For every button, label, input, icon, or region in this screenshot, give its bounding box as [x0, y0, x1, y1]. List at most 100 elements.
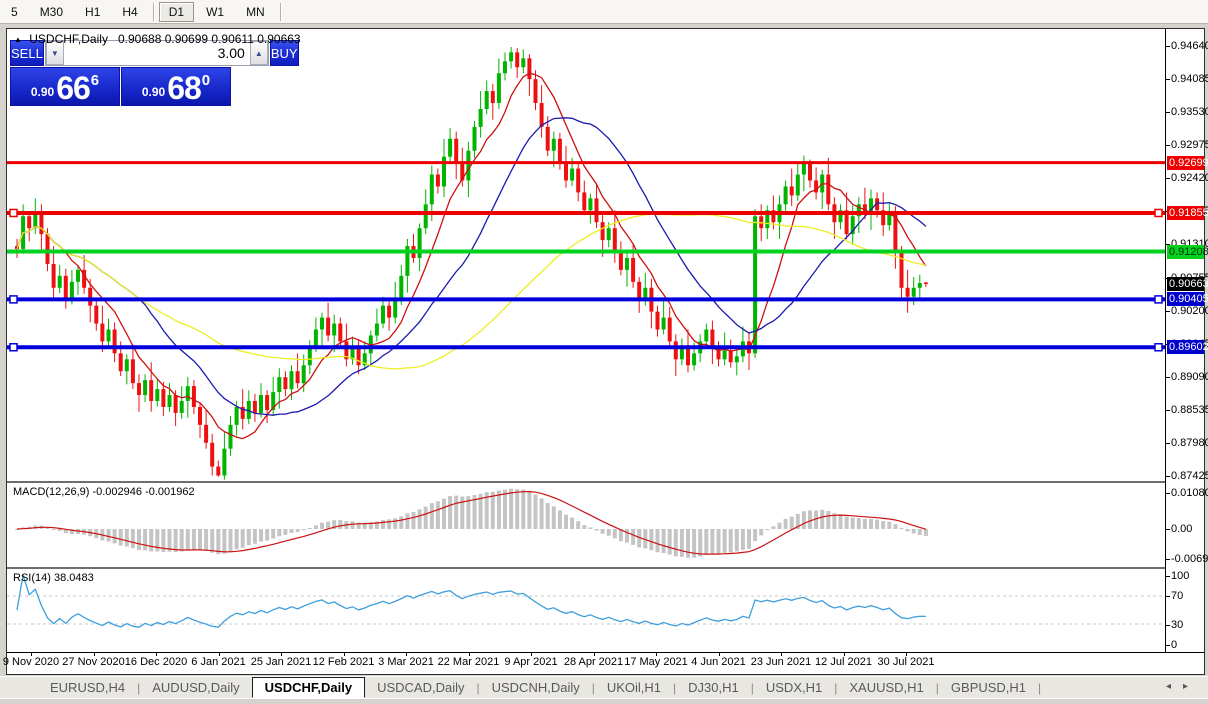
- chart-tabbar: EURUSD,H4|AUDUSD,DailyUSDCHF,DailyUSDCAD…: [0, 676, 1208, 698]
- macd-bar: [906, 529, 910, 531]
- chart-tab-usdcnh[interactable]: USDCNH,Daily: [480, 677, 592, 698]
- sell-price-tile[interactable]: 0.90 66 6: [10, 67, 120, 106]
- timeframe-button-5[interactable]: 5: [1, 2, 28, 22]
- line-handle[interactable]: [1155, 209, 1162, 216]
- macd-bar: [405, 513, 409, 529]
- bull-candle: [76, 270, 80, 282]
- bear-candle: [595, 198, 599, 222]
- bull-candle: [125, 359, 129, 371]
- macd-bar: [393, 518, 397, 529]
- chart-tab-gbpusd[interactable]: GBPUSD,H1: [939, 677, 1038, 698]
- timeframe-button-h1[interactable]: H1: [75, 2, 110, 22]
- macd-splitter[interactable]: [7, 481, 1204, 483]
- bull-candle: [302, 365, 306, 383]
- macd-bar: [625, 529, 629, 543]
- bear-candle: [729, 350, 733, 362]
- price-tick: 0.94640: [1171, 40, 1208, 52]
- timeframe-button-mn[interactable]: MN: [236, 2, 275, 22]
- macd-bar: [125, 529, 129, 547]
- line-handle[interactable]: [1155, 296, 1162, 303]
- macd-bar: [204, 529, 208, 551]
- macd-bar: [186, 529, 190, 550]
- macd-bar: [839, 514, 843, 529]
- line-handle[interactable]: [10, 344, 17, 351]
- chart-tab-dj30[interactable]: DJ30,H1: [676, 677, 751, 698]
- macd-bar: [302, 529, 306, 530]
- date-axis: 9 Nov 202027 Nov 202016 Dec 20206 Jan 20…: [7, 652, 1204, 674]
- macd-bar: [747, 529, 751, 549]
- chart-tab-usdcad[interactable]: USDCAD,Daily: [365, 677, 476, 698]
- indicator-axis-tick: -0.006948: [1171, 553, 1208, 565]
- bull-candle: [625, 258, 629, 270]
- bear-candle: [119, 353, 123, 371]
- bear-candle: [631, 258, 635, 282]
- bear-candle: [906, 288, 910, 297]
- bull-candle: [503, 61, 507, 73]
- macd-bar: [674, 529, 678, 556]
- chart-tab-ukoil[interactable]: UKOil,H1: [595, 677, 673, 698]
- macd-bar: [58, 529, 62, 531]
- line-handle[interactable]: [10, 296, 17, 303]
- bull-candle: [424, 204, 428, 228]
- bull-candle: [222, 449, 226, 476]
- chart-tab-audusd[interactable]: AUDUSD,Daily: [140, 677, 251, 698]
- price-badge-0.91855: 0.91855: [1167, 206, 1204, 220]
- bear-candle: [613, 228, 617, 252]
- bull-candle: [430, 175, 434, 205]
- macd-bar: [387, 519, 391, 529]
- bear-candle: [564, 163, 568, 181]
- line-handle[interactable]: [10, 209, 17, 216]
- chart-tab-xauusd[interactable]: XAUUSD,H1: [837, 677, 935, 698]
- macd-bar: [656, 529, 660, 552]
- bull-candle: [381, 306, 385, 324]
- rsi-splitter[interactable]: [7, 567, 1204, 569]
- macd-bar: [229, 529, 233, 552]
- macd-bar: [241, 529, 245, 548]
- bear-candle: [924, 283, 928, 284]
- macd-bar: [887, 522, 891, 529]
- macd-bar: [515, 489, 519, 529]
- date-tick: [31, 653, 32, 656]
- bear-candle: [161, 389, 165, 407]
- tabbar-scroll-right-icon[interactable]: ▸: [1183, 681, 1200, 692]
- macd-bar: [424, 507, 428, 529]
- timeframe-button-w1[interactable]: W1: [196, 2, 234, 22]
- date-tick: [281, 653, 282, 656]
- price-tick: 0.92420: [1171, 172, 1208, 184]
- macd-bar: [527, 491, 531, 529]
- timeframe-button-d1[interactable]: D1: [159, 2, 194, 22]
- bear-candle: [283, 377, 287, 389]
- chart-tab-eurusd[interactable]: EURUSD,H4: [38, 677, 137, 698]
- line-handle[interactable]: [1155, 344, 1162, 351]
- bull-candle: [375, 324, 379, 336]
- macd-bar: [601, 529, 605, 534]
- macd-bar: [918, 529, 922, 535]
- bull-candle: [399, 276, 403, 300]
- ma-line-8: [17, 73, 926, 438]
- tabbar-scroll-left-icon[interactable]: ◂: [1166, 681, 1183, 692]
- bull-candle: [33, 213, 37, 228]
- macd-bar: [296, 529, 300, 532]
- bull-candle: [186, 386, 190, 401]
- chart-tab-usdx[interactable]: USDX,H1: [754, 677, 834, 698]
- timeframe-button-m30[interactable]: M30: [30, 2, 73, 22]
- macd-bar: [753, 529, 757, 541]
- rsi-chart: [7, 569, 1165, 651]
- macd-bar: [290, 529, 294, 533]
- macd-bar: [277, 529, 281, 536]
- bull-candle: [448, 139, 452, 157]
- bear-candle: [174, 395, 178, 413]
- chart-tab-usdchf[interactable]: USDCHF,Daily: [252, 677, 365, 698]
- indicator-axis-tick: 70: [1171, 590, 1183, 602]
- date-label: 27 Nov 2020: [62, 656, 124, 668]
- date-tick: [406, 653, 407, 656]
- macd-bar: [710, 529, 714, 554]
- bottom-strip: [0, 698, 1208, 704]
- timeframe-button-h4[interactable]: H4: [112, 2, 147, 22]
- bear-candle: [656, 312, 660, 330]
- buy-price-tile[interactable]: 0.90 68 0: [121, 67, 231, 106]
- bull-candle: [277, 377, 281, 392]
- expand-panel-icon[interactable]: ▲: [14, 35, 22, 44]
- bull-candle: [552, 139, 556, 151]
- macd-bar: [320, 523, 324, 529]
